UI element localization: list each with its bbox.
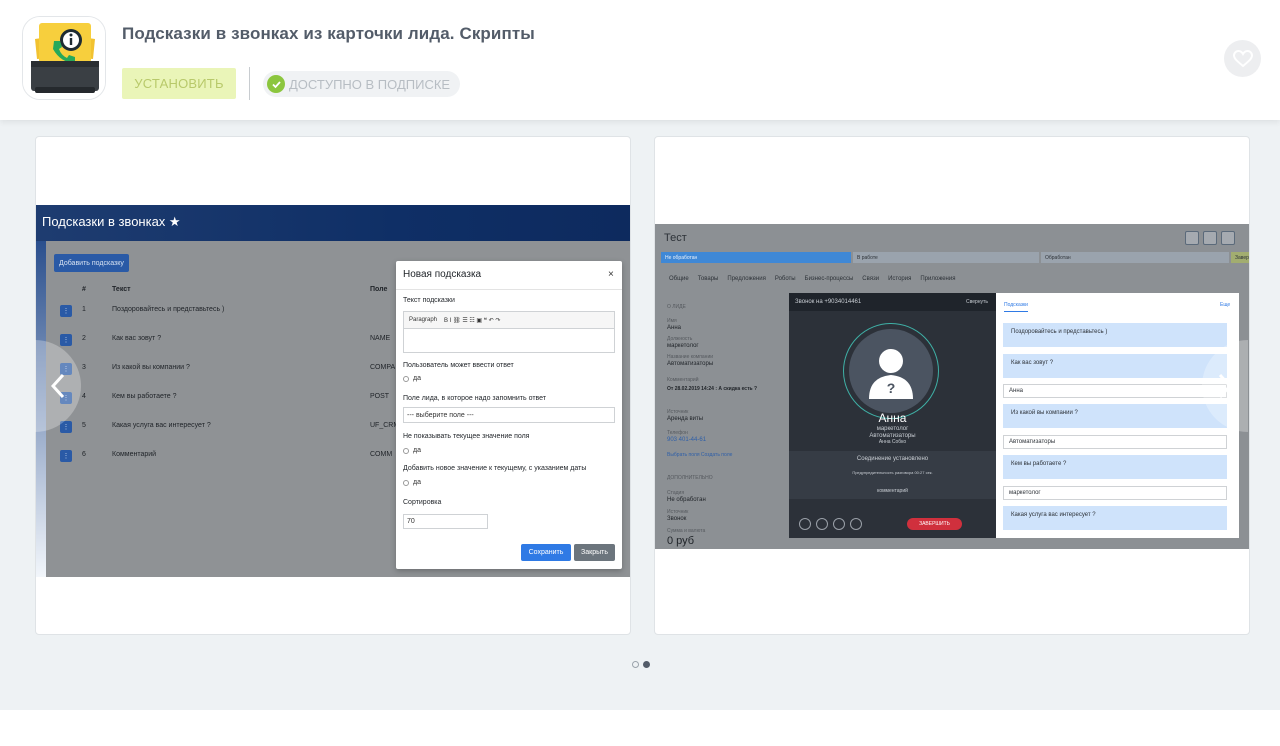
modal-hide-current-label: Не показывать текущее значение поля xyxy=(403,433,530,440)
caller-name: Анна xyxy=(878,411,907,425)
slide2-hints-panel: Подсказки Еще Поздоровайтесь и представь… xyxy=(996,293,1239,538)
caller-avatar: ? xyxy=(843,323,939,419)
table-row: ⋮ 6 Комментарий COMM xyxy=(36,442,396,471)
transfer-icon xyxy=(833,518,845,530)
hint-question: Кем вы работаете ? xyxy=(1003,455,1227,479)
radio-yes: да xyxy=(403,479,421,486)
heart-icon xyxy=(1232,49,1253,67)
modal-user-answer-label: Пользователь может ввести ответ xyxy=(403,362,514,369)
hint-question: Из какой вы компании ? xyxy=(1003,404,1227,428)
hint-question: Какая услуга вас интересует ? xyxy=(1003,506,1227,530)
editor-toolbar: Paragraph B I ⛓ ☰ ☷ ▣ ❝ ↶ ↷ xyxy=(403,311,615,329)
slide1-bar-title: Подсказки в звонках ★ xyxy=(42,214,181,229)
chevron-right-icon xyxy=(1218,373,1232,399)
stage-bar: Завер xyxy=(1231,252,1249,263)
slide1-col-field: Поле xyxy=(370,286,388,293)
editor-tools: B I ⛓ ☰ ☷ ▣ ❝ ↶ ↷ xyxy=(444,317,501,324)
radio-yes: да xyxy=(403,375,421,382)
slide1-col-num: # xyxy=(82,286,86,293)
slide2-tabs: Общие Товары Предложения Роботы Бизнес-п… xyxy=(669,276,956,282)
chevron-left-icon xyxy=(51,373,65,399)
row-handle-icon: ⋮ xyxy=(60,334,72,346)
user-silhouette-icon: ? xyxy=(869,349,913,399)
table-row: ⋮ 5 Какая услуга вас интересует ? UF_CRM xyxy=(36,413,399,442)
subscription-badge: ДОСТУПНО В ПОДПИСКЕ xyxy=(263,71,461,97)
modal-append-label: Добавить новое значение к текущему, с ук… xyxy=(403,465,587,472)
subscription-label: ДОСТУПНО В ПОДПИСКЕ xyxy=(289,76,451,92)
screenshot-gallery: Подсказки в звонках ★ Добавить подсказку… xyxy=(0,120,1280,710)
editor-area xyxy=(403,329,615,353)
screenshot-slide-1[interactable]: Подсказки в звонках ★ Добавить подсказку… xyxy=(35,136,631,635)
pause-icon xyxy=(799,518,811,530)
table-row: ⋮ 2 Как вас зовут ? NAME xyxy=(36,326,396,355)
mic-icon xyxy=(816,518,828,530)
hints-more: Еще xyxy=(1220,302,1231,308)
slide2-call-window: Звонок на +9034014461 Свернуть ? Анна ма… xyxy=(789,293,996,538)
sort-input: 70 xyxy=(403,514,488,529)
slide1-new-hint-modal: Новая подсказка × Текст подсказки Paragr… xyxy=(396,261,622,569)
slide1-add-hint-button: Добавить подсказку xyxy=(54,254,129,272)
table-row: ⋮ 4 Кем вы работаете ? POST xyxy=(36,384,396,413)
slide2-lead-fields: О ЛИДЕ Имя Анна Должность маркетолог Наз… xyxy=(667,304,758,547)
hint-answer: Автоматизаторы xyxy=(1003,435,1227,449)
favorite-heart-button[interactable] xyxy=(1224,40,1261,77)
field-select: --- выберите поле --- xyxy=(403,407,615,423)
modal-title: Новая подсказка xyxy=(403,269,482,280)
hint-answer: Анна xyxy=(1003,384,1227,398)
slide1-app-bar: Подсказки в звонках ★ xyxy=(36,205,630,241)
header-divider xyxy=(249,67,250,100)
radio-yes: да xyxy=(403,447,421,454)
call-status-area: Соединение установлено Предупредительнос… xyxy=(789,451,996,499)
row-handle-icon: ⋮ xyxy=(60,450,72,462)
install-button[interactable]: УСТАНОВИТЬ xyxy=(122,68,236,99)
table-row: ⋮ 1 Поздоровайтесь и представьтесь ) xyxy=(36,297,396,326)
pagination-dot-2[interactable] xyxy=(643,661,650,668)
gallery-pagination xyxy=(632,661,650,668)
svg-text:?: ? xyxy=(887,380,896,396)
app-header: Подсказки в звонках из карточки лида. Ск… xyxy=(0,0,1280,120)
format-select: Paragraph xyxy=(409,317,438,323)
app-title: Подсказки в звонках из карточки лида. Ск… xyxy=(122,24,535,43)
close-icon: × xyxy=(608,269,614,280)
end-call-button: ЗАВЕРШИТЬ xyxy=(907,518,962,530)
app-icon xyxy=(22,16,106,100)
check-icon xyxy=(267,75,285,93)
hint-question: Как вас зовут ? xyxy=(1003,354,1227,378)
table-row: ⋮ 3 Из какой вы компании ? COMPA xyxy=(36,355,396,384)
stage-bar: Обработан xyxy=(1041,252,1229,263)
call-header: Звонок на +9034014461 xyxy=(789,293,996,311)
slide2-lead-title: Тест xyxy=(664,232,687,244)
call-minimize: Свернуть xyxy=(966,299,988,305)
keypad-icon xyxy=(850,518,862,530)
slide2-top-icons xyxy=(1185,231,1235,245)
call-operator: Анна Собко xyxy=(878,439,907,445)
row-handle-icon: ⋮ xyxy=(60,305,72,317)
modal-lead-field-label: Поле лида, в которое надо запомнить отве… xyxy=(403,395,547,402)
caller-role: маркетолог xyxy=(876,426,909,432)
hint-question: Поздоровайтесь и представьтесь ) xyxy=(1003,323,1227,347)
hint-answer: маркетолог xyxy=(1003,486,1227,500)
pagination-dot-1[interactable] xyxy=(632,661,639,668)
stage-bar: В работе xyxy=(853,252,1039,263)
modal-save-button: Сохранить xyxy=(521,544,571,561)
stage-bar: Не обработан xyxy=(661,252,851,263)
modal-close-button: Закрыть xyxy=(574,544,615,561)
screenshot-slide-2[interactable]: Тест Не обработан В работе Обработан Зав… xyxy=(654,136,1250,635)
slide2-crm-screen: Тест Не обработан В работе Обработан Зав… xyxy=(655,224,1249,549)
hints-tab: Подсказки xyxy=(1004,302,1028,312)
slide1-col-text: Текст xyxy=(112,286,131,293)
modal-text-label: Текст подсказки xyxy=(403,297,455,304)
modal-sort-label: Сортировка xyxy=(403,499,442,506)
